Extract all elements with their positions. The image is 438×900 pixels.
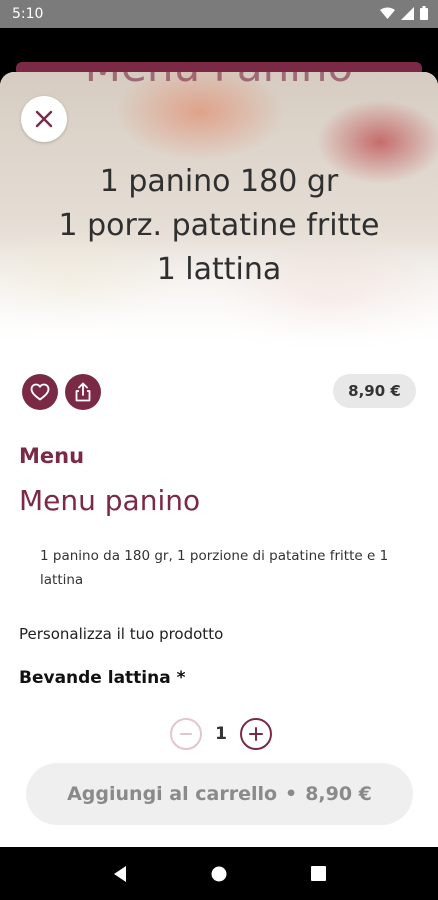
product-description: 1 panino da 180 gr, 1 porzione di patati… [40,548,389,588]
add-to-cart-price: 8,90 € [305,783,372,805]
add-to-cart-button[interactable]: Aggiungi al carrello • 8,90 € [26,763,413,825]
customize-title: Personalizza il tuo prodotto [19,625,224,643]
quantity-value: 1 [215,724,227,744]
status-time: 5:10 [12,6,44,22]
hero-line: 1 porz. patatine fritte [58,208,380,243]
close-icon [35,110,53,128]
add-to-cart-label: Aggiungi al carrello [67,783,278,805]
wifi-icon [380,7,395,19]
signal-icon [401,6,414,20]
close-button[interactable] [21,96,67,142]
minus-icon [180,733,192,735]
hero-line: 1 lattina [156,252,282,287]
system-nav-bar [0,847,438,900]
favorite-button[interactable] [22,374,58,410]
price-badge: 8,90 € [333,374,416,408]
status-icons [380,6,428,20]
product-sheet: Menu Panino 1 panino 180 gr 1 porz. pata… [0,72,438,847]
home-icon[interactable] [211,866,227,882]
option-group-label: Bevande lattina * [19,668,186,688]
hero-background-title: Menu Panino [0,72,438,91]
quantity-stepper: 1 [170,718,272,750]
status-bar: 5:10 [0,0,438,28]
decrease-quantity-button[interactable] [170,718,202,750]
increase-quantity-button[interactable] [240,718,272,750]
product-actions [22,374,101,410]
add-to-cart-separator: • [285,783,298,805]
product-hero-image: Menu Panino 1 panino 180 gr 1 porz. pata… [0,72,438,350]
plus-icon [249,727,263,741]
share-icon [75,382,91,402]
battery-icon [420,6,428,20]
product-category: Menu [19,444,85,468]
hero-line: 1 panino 180 gr [99,164,339,199]
product-name: Menu panino [19,484,201,517]
back-icon[interactable] [112,865,128,883]
share-button[interactable] [65,374,101,410]
heart-icon [30,383,50,401]
recents-icon[interactable] [311,866,327,881]
hero-text: 1 panino 180 gr 1 porz. patatine fritte … [0,160,438,292]
